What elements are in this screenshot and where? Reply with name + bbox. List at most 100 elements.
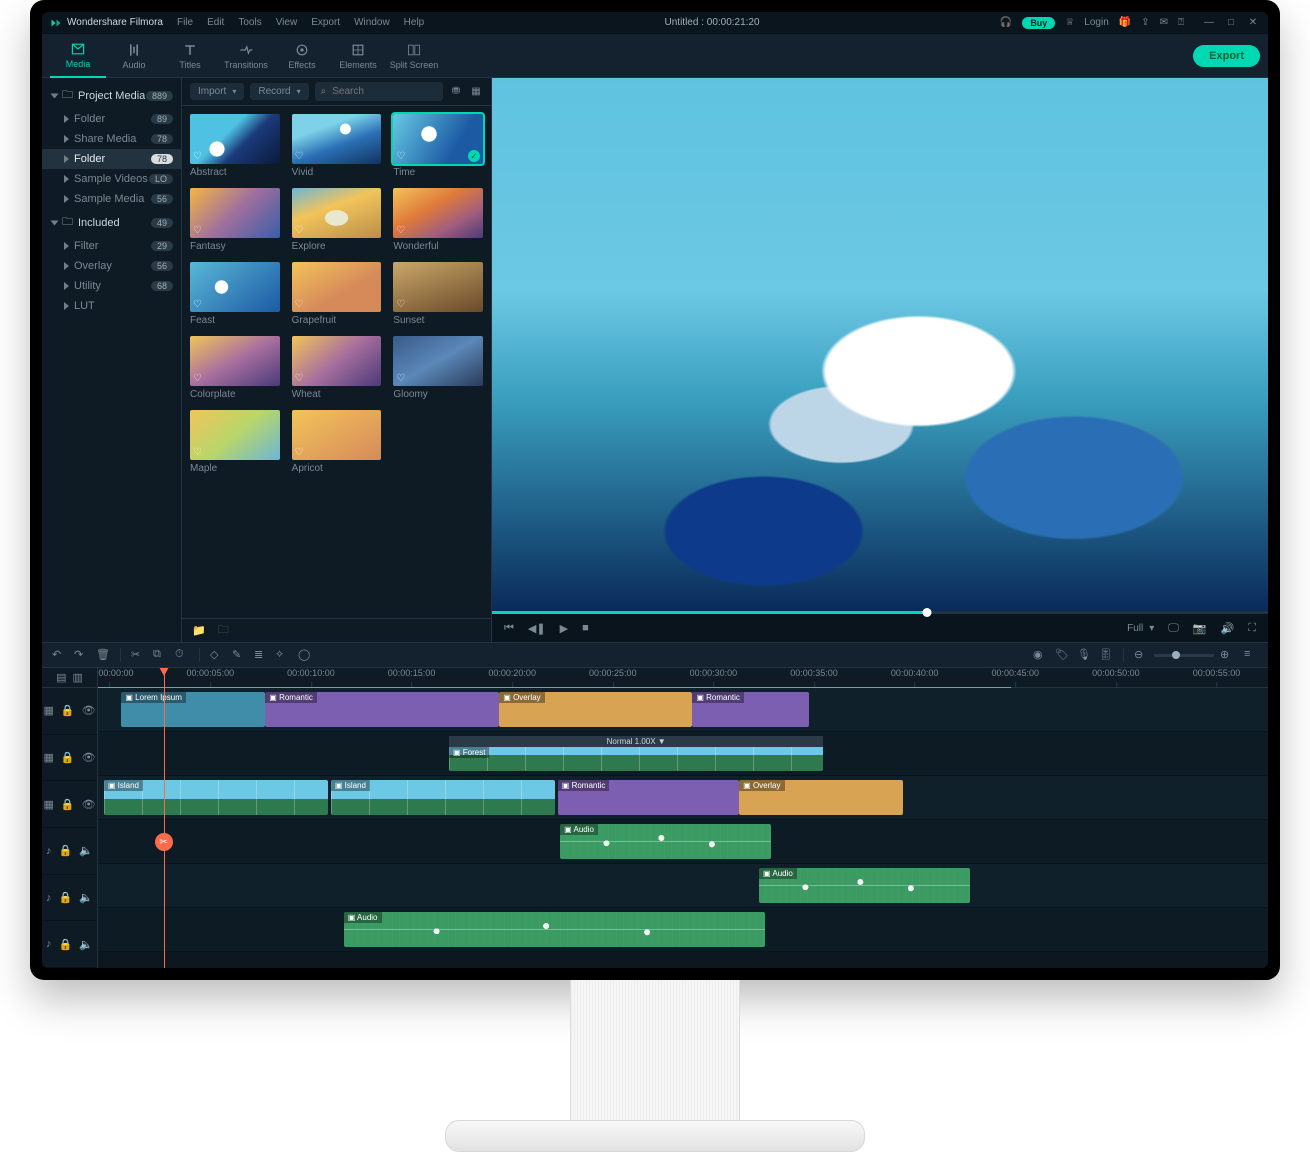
new-folder-icon[interactable]: 📁	[192, 624, 206, 637]
mode-elements[interactable]: Elements	[330, 34, 386, 78]
media-thumb[interactable]: ♡Explore	[292, 188, 382, 252]
menu-window[interactable]: Window	[354, 17, 390, 28]
thumb-image[interactable]: ♡	[190, 188, 280, 238]
preview-scrubber[interactable]	[492, 611, 1268, 614]
new-folder-plus-icon[interactable]: 🗀	[218, 621, 229, 640]
mail-icon[interactable]: ✉	[1160, 17, 1168, 28]
speed-button[interactable]: ⏱	[175, 648, 189, 662]
sidebar-item[interactable]: Share Media78	[42, 129, 181, 149]
sidebar-item[interactable]: Folder78	[42, 149, 181, 169]
mode-titles[interactable]: Titles	[162, 34, 218, 78]
sidebar-item[interactable]: Sample VideosLO	[42, 169, 181, 189]
track[interactable]: ▣ Audio	[98, 820, 1268, 864]
search-field[interactable]: ⌕	[315, 82, 443, 101]
cut-button[interactable]: ✂	[131, 648, 145, 662]
undo-button[interactable]: ↶	[52, 648, 66, 662]
prev-frame-button[interactable]: ⏮	[504, 622, 514, 635]
thumb-image[interactable]: ♡	[190, 262, 280, 312]
thumb-image[interactable]: ♡	[190, 336, 280, 386]
heart-icon[interactable]: ♡	[295, 151, 304, 162]
maximize-button[interactable]: □	[1224, 17, 1238, 28]
record-dropdown[interactable]: Record▾	[250, 83, 308, 100]
headset-icon[interactable]: 🎧	[1000, 17, 1012, 28]
clip[interactable]: Normal 1.00X ▼▣ Forest	[449, 736, 823, 771]
keyframe-icon[interactable]: ⟡	[276, 648, 290, 662]
login-link[interactable]: Login	[1084, 17, 1108, 28]
snapshot-icon[interactable]: 📷	[1193, 622, 1207, 635]
mode-media[interactable]: Media	[50, 34, 106, 78]
media-thumb[interactable]: ♡Colorplate	[190, 336, 280, 400]
render-icon[interactable]: ◉	[1033, 648, 1047, 662]
buy-button[interactable]: Buy	[1022, 17, 1055, 29]
thumb-image[interactable]: ♡	[393, 336, 483, 386]
playhead[interactable]	[164, 668, 165, 968]
menu-export[interactable]: Export	[311, 17, 340, 28]
clip[interactable]: ▣ Audio	[560, 824, 771, 859]
timeline-canvas[interactable]: 00:00:00:0000:00:05:0000:00:10:0000:00:1…	[98, 668, 1268, 968]
thumb-image[interactable]: ♡	[393, 188, 483, 238]
heart-icon[interactable]: ♡	[193, 447, 202, 458]
heart-icon[interactable]: ♡	[396, 299, 405, 310]
clip[interactable]: ▣ Overlay	[739, 780, 903, 815]
split-handle[interactable]: ✂	[155, 833, 173, 851]
lock-icon[interactable]: 🔒	[61, 798, 75, 811]
heart-icon[interactable]: ♡	[193, 151, 202, 162]
stop-button[interactable]: ■	[582, 622, 589, 634]
mode-audio[interactable]: Audio	[106, 34, 162, 78]
mode-transitions[interactable]: Transitions	[218, 34, 274, 78]
media-thumb[interactable]: ♡Apricot	[292, 410, 382, 474]
track[interactable]: Normal 1.00X ▼▣ Forest	[98, 732, 1268, 776]
heart-icon[interactable]: ♡	[295, 447, 304, 458]
thumb-image[interactable]: ♡	[292, 336, 382, 386]
upload-icon[interactable]: ⇪	[1141, 17, 1149, 28]
clip[interactable]: ▣ Romantic	[692, 692, 809, 727]
zoom-out-icon[interactable]: ⊖	[1134, 648, 1148, 662]
redo-button[interactable]: ↷	[74, 648, 88, 662]
timeline-settings-icon[interactable]: ≡	[1244, 648, 1258, 662]
track-header[interactable]: ♪🔒🔈	[42, 875, 97, 922]
eye-icon[interactable]: 👁	[82, 751, 96, 764]
color-icon[interactable]: ◯	[298, 648, 312, 662]
delete-button[interactable]: 🗑	[96, 648, 110, 662]
lock-icon[interactable]: 🔒	[61, 751, 75, 764]
adjust-icon[interactable]: ≣	[254, 648, 268, 662]
heart-icon[interactable]: ♡	[295, 225, 304, 236]
thumb-image[interactable]: ♡	[292, 188, 382, 238]
clip[interactable]: ▣ Romantic	[265, 692, 499, 727]
clip-speed[interactable]: Normal 1.00X ▼	[449, 736, 823, 747]
mute-icon[interactable]: 🔈	[79, 891, 93, 904]
zoom-control[interactable]: ⊖ ⊕	[1134, 648, 1234, 662]
mic-icon[interactable]: 🎙	[1077, 648, 1091, 662]
clip[interactable]: ▣ Romantic	[558, 780, 739, 815]
fullscreen-icon[interactable]: ⛶	[1248, 622, 1256, 635]
mode-effects[interactable]: Effects	[274, 34, 330, 78]
mixer-icon[interactable]: 🎚	[1099, 648, 1113, 662]
media-thumb[interactable]: ♡Maple	[190, 410, 280, 474]
lock-icon[interactable]: 🔒	[61, 704, 75, 717]
thumb-image[interactable]: ♡	[292, 262, 382, 312]
heart-icon[interactable]: ♡	[295, 299, 304, 310]
preview-scrub-knob[interactable]	[922, 608, 931, 617]
mute-icon[interactable]: 🔈	[79, 844, 93, 857]
minimize-button[interactable]: —	[1202, 17, 1216, 28]
menu-edit[interactable]: Edit	[207, 17, 224, 28]
heart-icon[interactable]: ♡	[193, 225, 202, 236]
clip[interactable]: ▣ Island	[331, 780, 556, 815]
thumb-image[interactable]: ♡	[292, 114, 382, 164]
export-button[interactable]: Export	[1193, 45, 1260, 67]
marker-icon[interactable]: ◇	[210, 648, 224, 662]
media-thumb[interactable]: ♡Wonderful	[393, 188, 483, 252]
heart-icon[interactable]: ♡	[396, 225, 405, 236]
heart-icon[interactable]: ♡	[295, 373, 304, 384]
track[interactable]: ▣ Island▣ Island▣ Romantic▣ Overlay	[98, 776, 1268, 820]
quality-dropdown[interactable]: Full ▾	[1127, 623, 1154, 634]
menu-help[interactable]: Help	[404, 17, 425, 28]
lock-icon[interactable]: 🔒	[59, 844, 73, 857]
sidebar-group[interactable]: 🗀 Included49	[42, 209, 181, 236]
grid-view-icon[interactable]: ▦	[469, 86, 483, 97]
voice-icon[interactable]: ✎	[232, 648, 246, 662]
close-button[interactable]: ✕	[1246, 17, 1260, 28]
media-thumb[interactable]: ♡Fantasy	[190, 188, 280, 252]
preview-viewport[interactable]	[492, 78, 1268, 611]
sidebar-item[interactable]: Sample Media56	[42, 189, 181, 209]
